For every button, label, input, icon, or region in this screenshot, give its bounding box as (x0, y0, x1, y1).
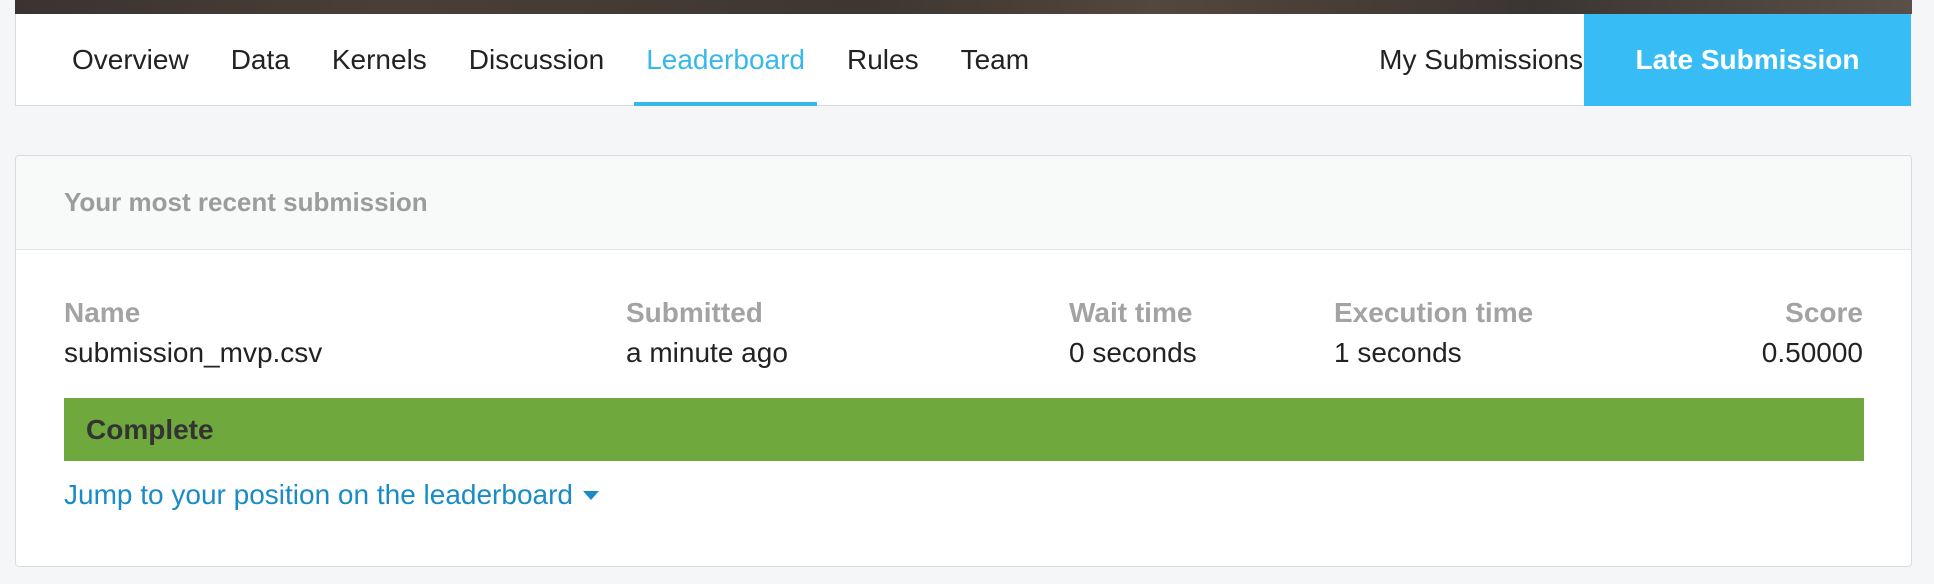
score-column: Score 0.50000 (1762, 296, 1863, 370)
recent-submission-card: Your most recent submission Name submiss… (15, 155, 1912, 567)
submitted-label: Submitted (626, 297, 763, 328)
jump-link-label: Jump to your position on the leaderboard (64, 479, 573, 510)
competition-tabs: Overview Data Kernels Discussion Leaderb… (16, 14, 1050, 106)
tab-data[interactable]: Data (210, 14, 311, 106)
tab-leaderboard[interactable]: Leaderboard (625, 14, 826, 106)
name-value: submission_mvp.csv (64, 337, 323, 368)
submission-status-bar: Complete (64, 398, 1864, 461)
jump-to-position-link[interactable]: Jump to your position on the leaderboard (64, 478, 599, 512)
tab-rules[interactable]: Rules (826, 14, 940, 106)
score-value: 0.50000 (1761, 337, 1863, 368)
wait-time-label: Wait time (1069, 297, 1193, 328)
status-text: Complete (86, 413, 214, 445)
tab-discussion[interactable]: Discussion (448, 14, 625, 106)
tab-overview[interactable]: Overview (51, 14, 210, 106)
submitted-column: Submitted a minute ago (626, 296, 788, 370)
competition-banner-image (15, 0, 1912, 14)
submitted-value: a minute ago (626, 337, 788, 368)
tab-kernels[interactable]: Kernels (311, 14, 448, 106)
my-submissions-link[interactable]: My Submissions (1379, 14, 1583, 106)
card-header: Your most recent submission (16, 156, 1911, 250)
card-title: Your most recent submission (64, 187, 428, 217)
execution-time-value: 1 seconds (1334, 337, 1462, 368)
name-column: Name submission_mvp.csv (64, 296, 322, 370)
competition-nav-bar: Overview Data Kernels Discussion Leaderb… (15, 14, 1911, 106)
execution-time-column: Execution time 1 seconds (1334, 296, 1533, 370)
score-label: Score (1785, 297, 1863, 328)
wait-time-column: Wait time 0 seconds (1069, 296, 1197, 370)
execution-time-label: Execution time (1334, 297, 1534, 328)
late-submission-button[interactable]: Late Submission (1584, 14, 1911, 106)
wait-time-value: 0 seconds (1069, 337, 1197, 368)
tab-team[interactable]: Team (940, 14, 1050, 106)
caret-down-icon (583, 490, 599, 500)
name-label: Name (64, 297, 141, 328)
